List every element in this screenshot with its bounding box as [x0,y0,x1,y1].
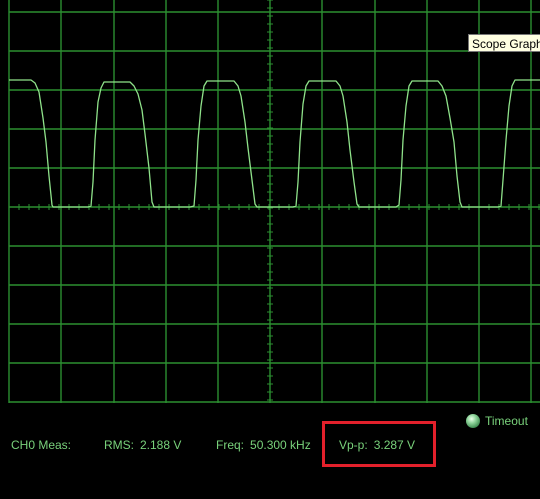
vpp-label: Vp-p: [339,438,368,452]
scope-graph[interactable]: Scope Graph [0,0,540,405]
vpp-value: 3.287 V [373,438,416,452]
freq-value: 50.300 kHz [250,438,311,452]
freq-measurement: Freq: 50.300 kHz [216,438,311,452]
freq-label: Freq: [216,438,245,452]
rms-measurement: RMS: 2.188 V [104,438,181,452]
scope-window: Scope Graph Timeout CH0 Meas: RMS: 2.188 … [0,0,540,499]
timeout-indicator: Timeout [466,413,528,428]
scope-graph-tooltip: Scope Graph [468,34,540,52]
vpp-measurement: Vp-p: 3.287 V [339,438,415,452]
measurement-bar: Timeout CH0 Meas: RMS: 2.188 V Freq: 50.30… [0,405,540,499]
waveform-trace [9,79,540,208]
led-indicator-icon [466,413,480,428]
scope-graph-canvas [8,0,540,403]
timeout-label: Timeout [485,413,528,428]
rms-value: 2.188 V [140,438,182,452]
channel-meas-label: CH0 Meas: [11,438,72,452]
rms-label: RMS: [104,438,134,452]
